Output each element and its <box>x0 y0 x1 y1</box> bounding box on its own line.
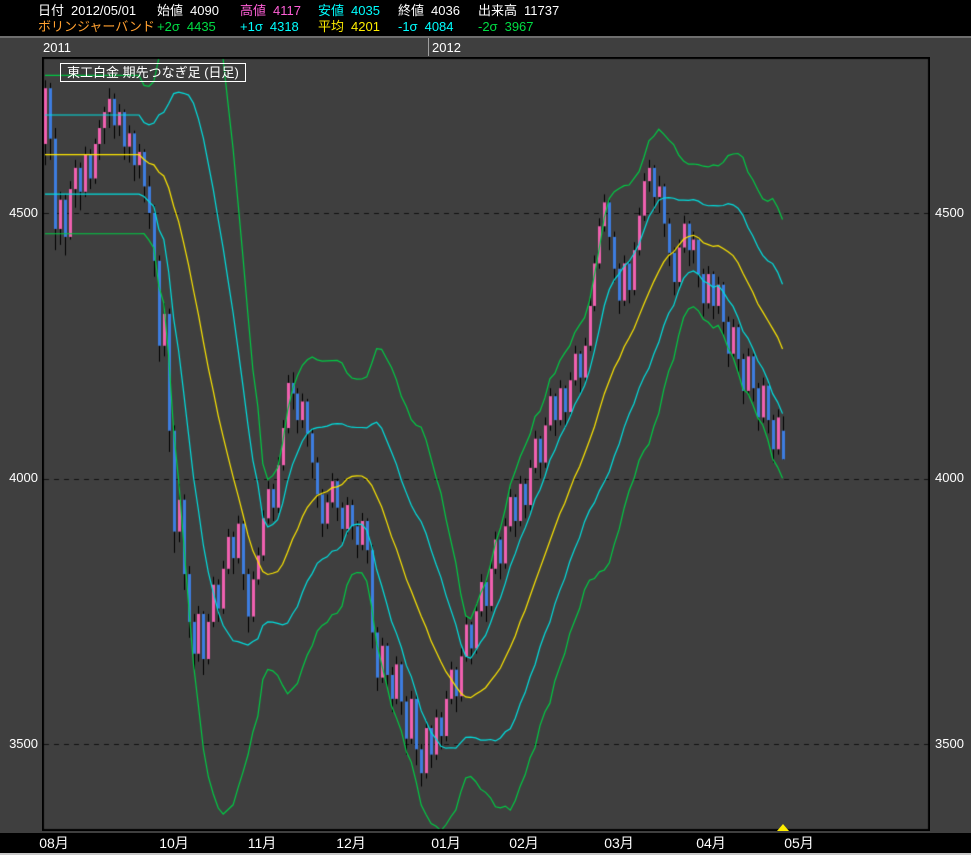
current-date-marker-triangle <box>777 824 789 831</box>
x-axis-label: 02月 <box>509 835 539 852</box>
year-label-2011: 2011 <box>43 40 71 56</box>
quote-row: 日付2012/05/01 始値4090 高値4117 安値4035 終値4036… <box>0 3 971 19</box>
x-axis-month-band: 08月 10月 11月 12月 01月 02月 03月 04月 05月 <box>0 833 971 853</box>
date-field: 日付2012/05/01 <box>38 3 136 19</box>
high-field: 高値4117 <box>240 3 301 19</box>
quote-header-band: 日付2012/05/01 始値4090 高値4117 安値4035 終値4036… <box>0 0 971 36</box>
y-axis-label-right-4000: 4000 <box>935 470 971 486</box>
y-axis-label-right-4500: 4500 <box>935 205 971 221</box>
bollinger-row: ボリンジャーバンド +2σ4435 +1σ4318 平均4201 -1σ4084… <box>0 19 971 35</box>
y-axis-label-left-3500: 3500 <box>2 736 38 752</box>
x-axis-label: 08月 <box>39 835 69 852</box>
chart-application-window: { "title": "東工白金 期先つなぎ足 (日足)", "years": … <box>0 0 971 855</box>
plus1sigma-field: +1σ4318 <box>240 19 299 35</box>
plus2sigma-field: +2σ4435 <box>157 19 216 35</box>
bollinger-band-label: ボリンジャーバンド <box>38 19 155 35</box>
chart-title-box: 東工白金 期先つなぎ足 (日足) <box>60 63 246 82</box>
minus2sigma-field: -2σ3967 <box>478 19 534 35</box>
price-chart-canvas[interactable] <box>42 57 930 831</box>
chart-title: 東工白金 期先つなぎ足 (日足) <box>67 65 239 80</box>
minus1sigma-field: -1σ4084 <box>398 19 454 35</box>
year-divider-tick <box>428 38 429 56</box>
header-separator-line <box>0 36 971 38</box>
x-axis-label: 04月 <box>696 835 726 852</box>
x-axis-label: 12月 <box>336 835 366 852</box>
x-axis-label: 01月 <box>431 835 461 852</box>
x-axis-label: 11月 <box>248 835 277 852</box>
volume-field: 出来高11737 <box>478 3 559 19</box>
year-label-2012: 2012 <box>432 40 461 56</box>
low-field: 安値4035 <box>318 3 380 19</box>
y-axis-label-left-4500: 4500 <box>2 205 38 221</box>
y-axis-label-left-4000: 4000 <box>2 470 38 486</box>
y-axis-label-right-3500: 3500 <box>935 736 971 752</box>
x-axis-label: 10月 <box>159 835 189 852</box>
close-field: 終値4036 <box>398 3 460 19</box>
open-field: 始値4090 <box>157 3 219 19</box>
x-axis-label: 03月 <box>604 835 634 852</box>
mean-field: 平均4201 <box>318 19 380 35</box>
x-axis-label: 05月 <box>784 835 814 852</box>
